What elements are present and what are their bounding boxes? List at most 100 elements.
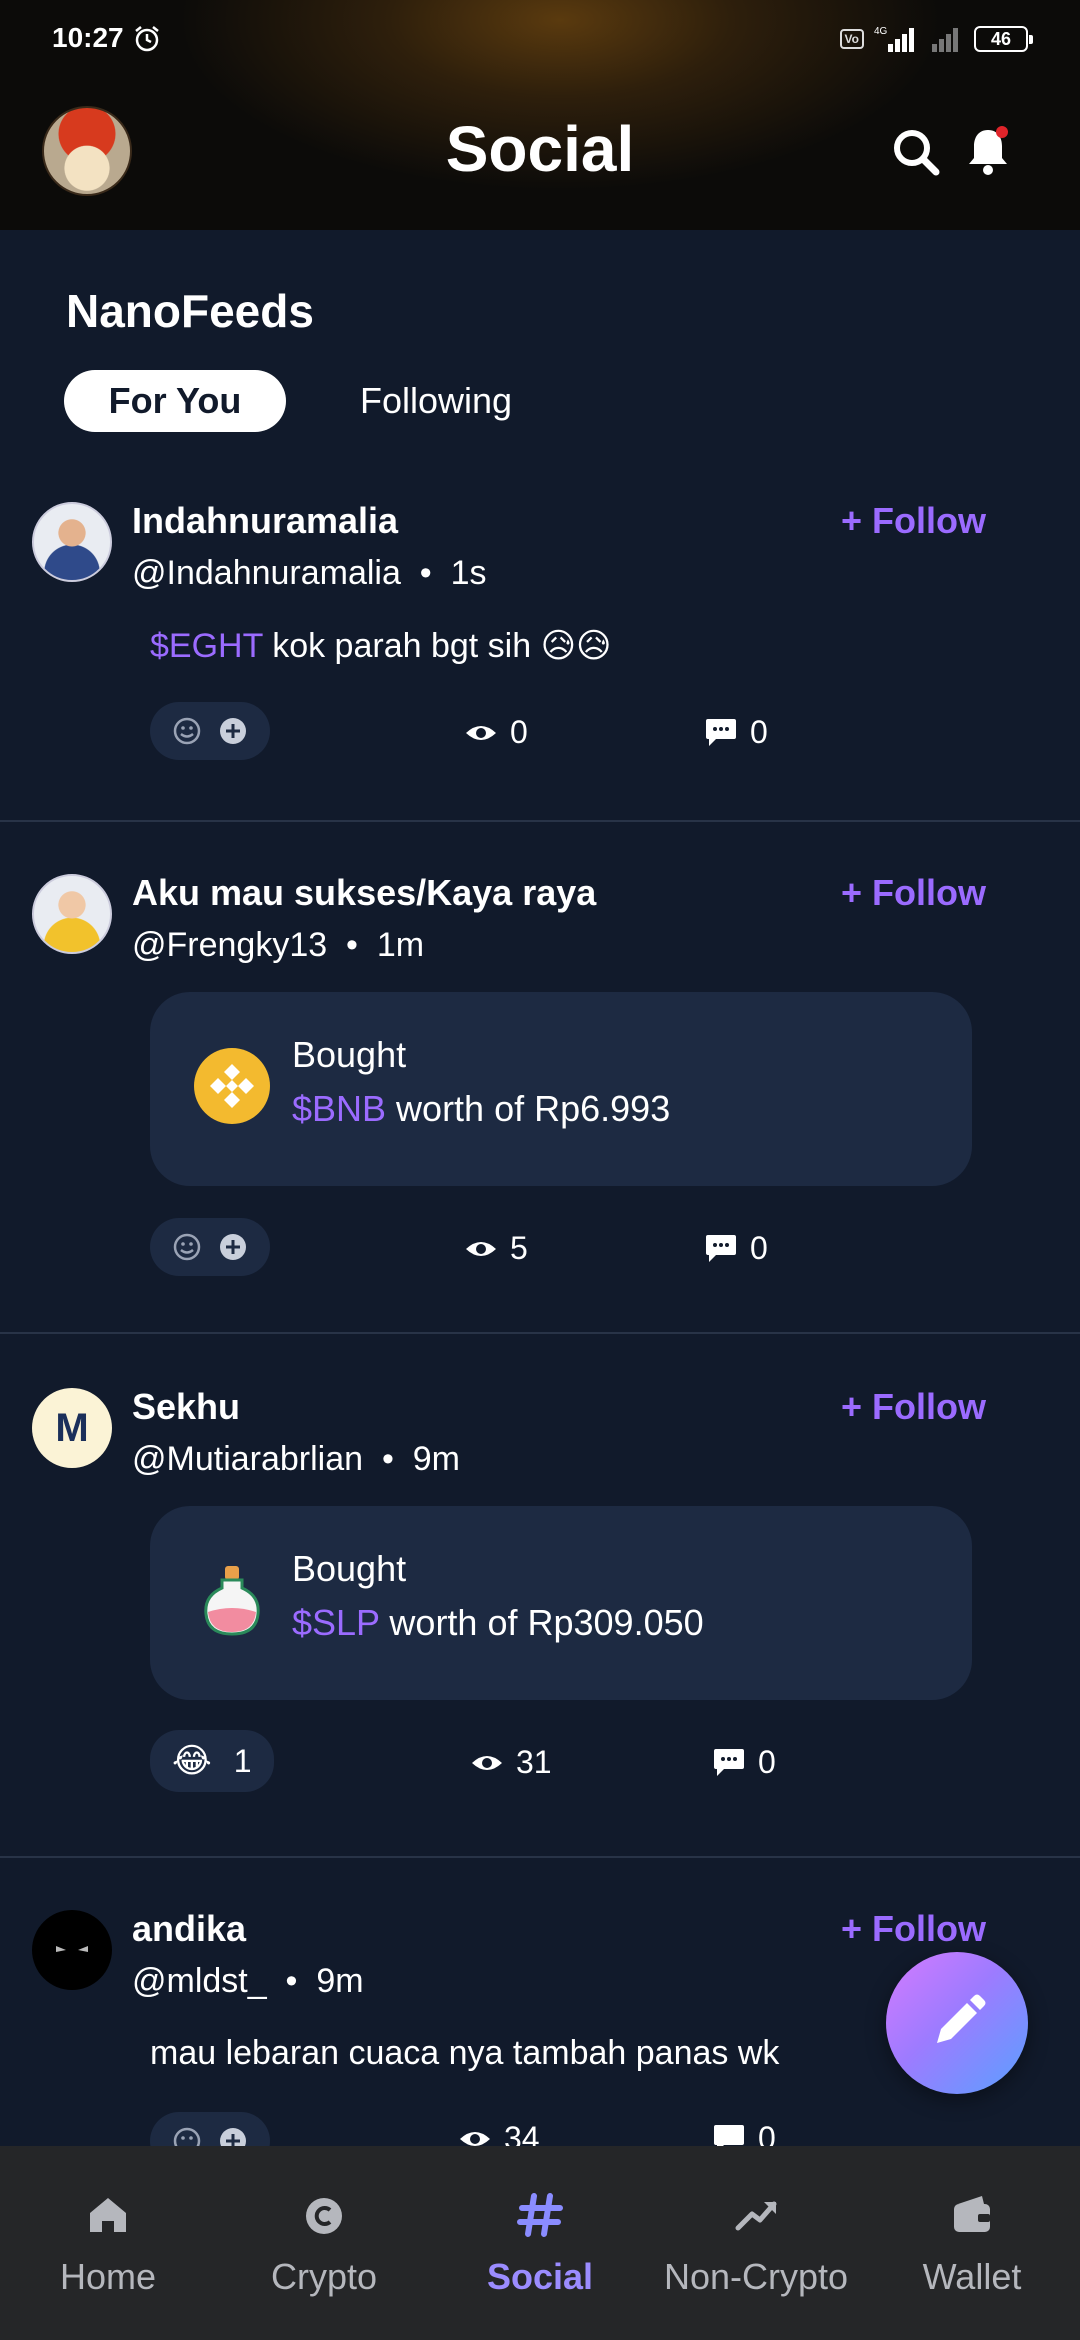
post-author-name[interactable]: Indahnuramalia [132, 500, 398, 542]
follow-button[interactable]: + Follow [841, 872, 986, 914]
reaction-button[interactable] [150, 1218, 270, 1276]
app-header: 10:27 Vo 4G 46 Social [0, 0, 1080, 230]
comments-count: 0 [758, 2120, 776, 2146]
slp-potion-icon [204, 1566, 260, 1636]
smiley-icon [173, 717, 201, 745]
nav-label: Wallet [922, 2256, 1022, 2297]
follow-button[interactable]: + Follow [841, 1386, 986, 1428]
nav-label: Social [486, 2256, 594, 2297]
views-stat: 31 [470, 1744, 552, 1781]
post-body: mau lebaran cuaca nya tambah panas wk [150, 2034, 780, 2072]
comments-stat[interactable]: 0 [712, 1744, 776, 1781]
user-avatar[interactable] [32, 874, 112, 954]
post-handle[interactable]: @Frengky13 [132, 926, 327, 964]
tab-for-you[interactable]: For You [64, 370, 286, 432]
comments-count: 0 [750, 1230, 768, 1266]
bnb-coin-icon [194, 1048, 270, 1124]
post-meta: @Indahnuramalia • 1s [132, 554, 487, 593]
ticker-link[interactable]: $EGHT [150, 627, 263, 665]
post-divider [0, 1332, 1080, 1334]
hashtag-icon [517, 2193, 563, 2237]
pencil-icon [937, 1994, 986, 2043]
laughing-emoji-icon: 😂 [172, 1742, 212, 1780]
smiley-icon [173, 1233, 201, 1261]
comments-count: 0 [758, 1744, 776, 1780]
views-count: 5 [510, 1230, 528, 1266]
post-handle[interactable]: @mldst_ [132, 1962, 267, 2000]
post-text: $EGHT kok parah bgt sih 😥😥 [150, 626, 611, 666]
views-stat: 5 [464, 1230, 528, 1267]
notification-bell-icon[interactable] [964, 124, 1012, 178]
post-handle[interactable]: @Indahnuramalia [132, 554, 401, 592]
post-meta: @mldst_ • 9m [132, 1962, 364, 2001]
post-author-name[interactable]: Aku mau sukses/Kaya raya [132, 872, 596, 914]
reaction-button[interactable] [150, 702, 270, 760]
nav-wallet[interactable]: Wallet [864, 2146, 1080, 2340]
comments-stat[interactable]: 0 [704, 1230, 768, 1267]
wallet-icon [954, 2196, 990, 2232]
user-avatar[interactable] [32, 1910, 112, 1990]
nav-social[interactable]: Social [432, 2146, 648, 2340]
add-reaction-icon [220, 1234, 246, 1260]
follow-button[interactable]: + Follow [841, 500, 986, 542]
comments-count: 0 [750, 714, 768, 750]
eye-icon [460, 2131, 490, 2146]
post-card[interactable]: Aku mau sukses/Kaya raya @Frengky13 • 1m… [0, 862, 1080, 1332]
trend-up-icon [735, 2201, 777, 2231]
nav-label: Non-Crypto [663, 2256, 849, 2297]
volte-icon: Vo [839, 29, 864, 49]
trade-detail: $SLP worth of Rp309.050 [292, 1602, 704, 1644]
eye-icon [466, 725, 496, 740]
comments-stat[interactable]: 0 [712, 2120, 776, 2146]
battery-icon: 46 [974, 26, 1033, 52]
status-bar: 10:27 Vo 4G 46 [0, 0, 1080, 80]
reaction-count: 1 [233, 1742, 252, 1779]
views-stat: 0 [464, 714, 528, 751]
svg-text:4G: 4G [874, 26, 888, 37]
post-card[interactable]: Indahnuramalia @Indahnuramalia • 1s + Fo… [0, 490, 1080, 820]
nav-crypto[interactable]: Crypto [216, 2146, 432, 2340]
post-meta: @Frengky13 • 1m [132, 926, 424, 965]
follow-button[interactable]: + Follow [841, 1908, 986, 1950]
post-time: 9m [316, 1962, 364, 2000]
eye-icon [466, 1241, 496, 1256]
ticker-link[interactable]: $BNB [292, 1088, 386, 1129]
nav-home[interactable]: Home [0, 2146, 216, 2340]
search-icon[interactable] [890, 126, 942, 178]
post-divider [0, 820, 1080, 822]
post-card[interactable]: M Sekhu @Mutiarabrlian • 9m + Follow Bou… [0, 1376, 1080, 1856]
comments-stat[interactable]: 0 [704, 714, 768, 751]
trade-card[interactable]: Bought $BNB worth of Rp6.993 [150, 992, 972, 1186]
meta-separator: • [336, 926, 377, 964]
compose-post-button[interactable] [886, 1952, 1028, 2094]
user-avatar[interactable] [32, 502, 112, 582]
status-indicators: Vo 4G 46 [839, 22, 1033, 56]
nav-non-crypto[interactable]: Non-Crypto [648, 2146, 864, 2340]
reaction-button[interactable]: 😂 1 [150, 1730, 274, 1792]
trade-amount: worth of Rp6.993 [386, 1088, 671, 1129]
post-body: kok parah bgt sih 😥😥 [262, 627, 612, 665]
add-reaction-icon [220, 2128, 246, 2146]
nav-label: Crypto [270, 2256, 378, 2297]
post-handle[interactable]: @Mutiarabrlian [132, 1440, 363, 1478]
home-icon [90, 2198, 126, 2232]
crypto-coin-icon [306, 2198, 342, 2234]
post-time: 1s [450, 554, 487, 592]
post-author-name[interactable]: andika [132, 1908, 246, 1950]
post-time: 9m [412, 1440, 460, 1478]
meta-separator: • [372, 1440, 413, 1478]
comment-icon [706, 718, 736, 746]
trade-action: Bought [292, 1034, 407, 1075]
eye-icon [472, 1755, 502, 1770]
post-meta: @Mutiarabrlian • 9m [132, 1440, 460, 1479]
tab-following[interactable]: Following [336, 370, 536, 432]
comment-icon [714, 2124, 744, 2146]
post-author-name[interactable]: Sekhu [132, 1386, 240, 1428]
ticker-link[interactable]: $SLP [292, 1602, 379, 1643]
meta-separator: • [276, 1962, 317, 2000]
reaction-button[interactable] [150, 2112, 270, 2146]
views-count: 31 [516, 1744, 552, 1780]
user-avatar[interactable]: M [32, 1388, 112, 1468]
trade-card[interactable]: Bought $SLP worth of Rp309.050 [150, 1506, 972, 1700]
avatar-eyes [56, 1946, 88, 1952]
